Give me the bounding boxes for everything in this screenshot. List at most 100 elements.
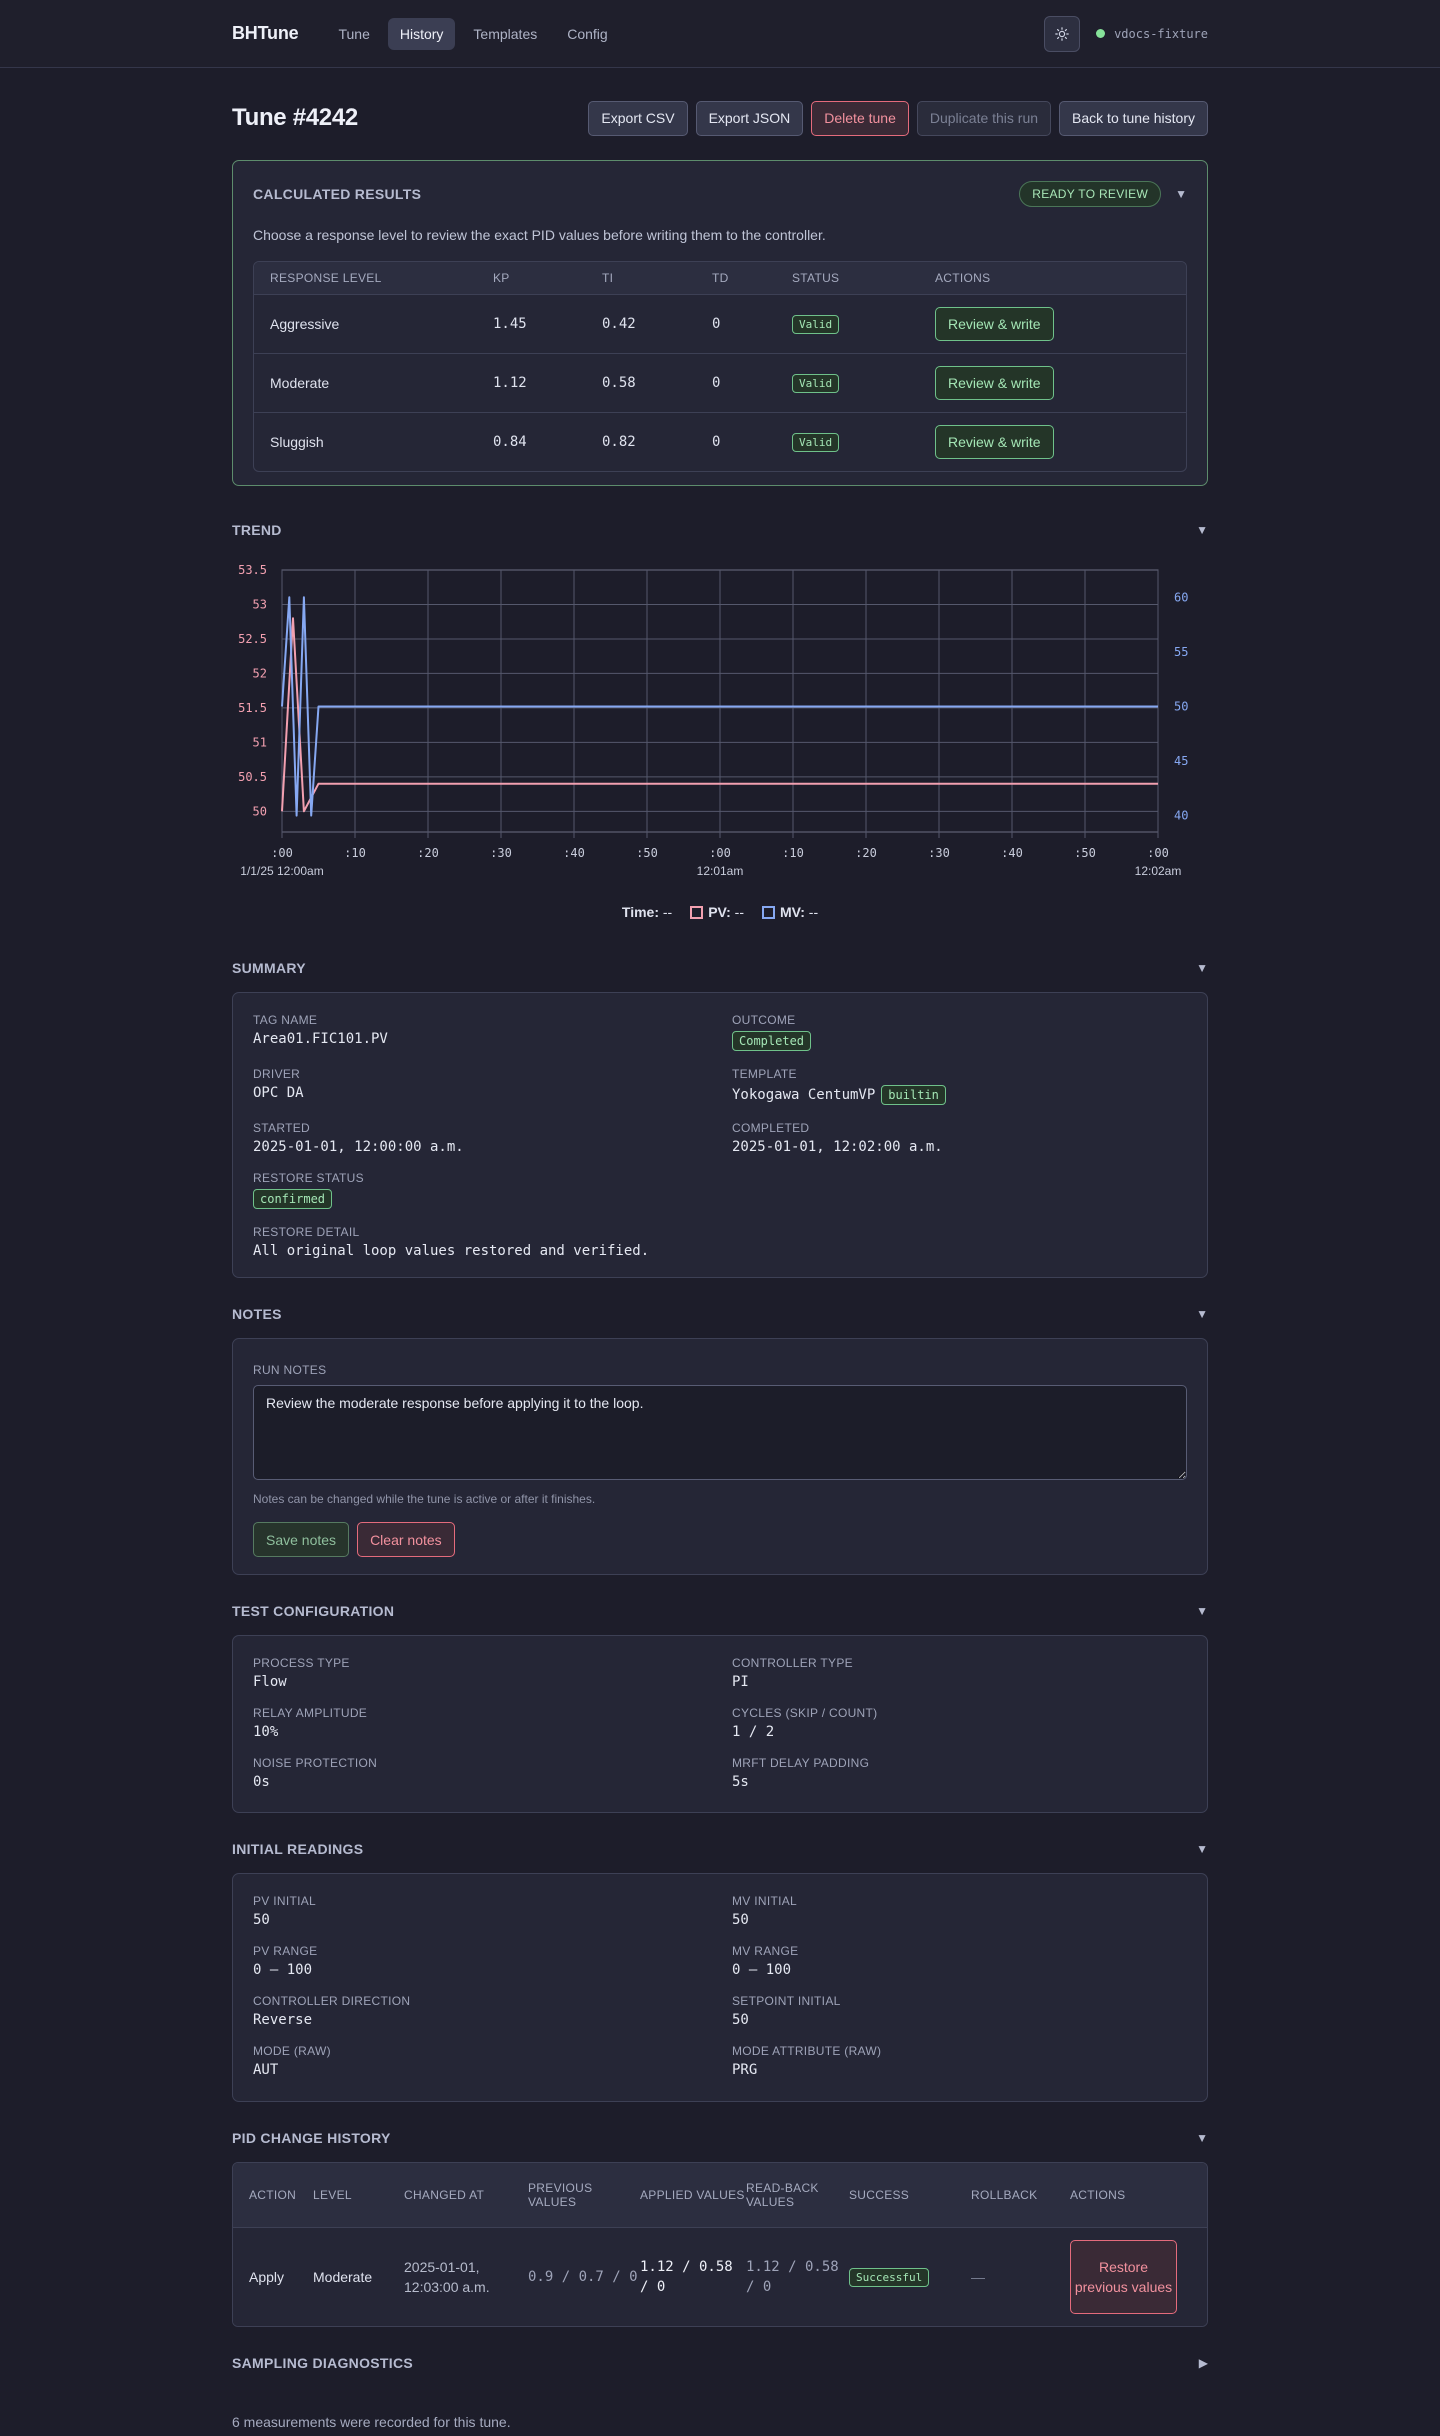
ready-to-review-badge: READY TO REVIEW bbox=[1019, 181, 1162, 207]
field-label: MV RANGE bbox=[732, 1944, 799, 1958]
save-notes-button[interactable]: Save notes bbox=[253, 1522, 350, 1557]
col-level: LEVEL bbox=[313, 2188, 352, 2202]
field-label: SETPOINT INITIAL bbox=[732, 1994, 841, 2008]
test-config-section-header[interactable]: TEST CONFIGURATION ▼ bbox=[232, 1603, 1208, 1619]
y-left-tick-label: 51.5 bbox=[238, 701, 267, 715]
restore-previous-values-button[interactable]: Restore previous values bbox=[1070, 2240, 1177, 2314]
field-value: OPC DA bbox=[253, 1085, 304, 1101]
chevron-down-icon[interactable]: ▼ bbox=[1196, 1307, 1208, 1321]
chevron-right-icon[interactable]: ▶ bbox=[1199, 2356, 1208, 2370]
trend-chart: 50 50.5 51 51.5 52 52.5 53 53.5 40 45 50 55 60:00:10… bbox=[232, 544, 1208, 904]
field-label: PROCESS TYPE bbox=[253, 1656, 350, 1670]
legend-time-value: -- bbox=[662, 904, 673, 920]
col-kp: KP bbox=[493, 271, 510, 285]
brand-logo[interactable]: BHTune bbox=[232, 23, 299, 44]
field-process-type: PROCESS TYPE Flow bbox=[253, 1656, 732, 1690]
connection-status: vdocs-fixture bbox=[1096, 27, 1208, 41]
outcome-badge: Completed bbox=[732, 1031, 812, 1051]
calculated-results-panel: CALCULATED RESULTS READY TO REVIEW ▼ Cho… bbox=[232, 160, 1208, 486]
row-level: Moderate bbox=[270, 375, 330, 391]
nav-config[interactable]: Config bbox=[555, 18, 619, 50]
field-value: AUT bbox=[253, 2062, 279, 2078]
field-mv-range: MV RANGE 0 – 100 bbox=[732, 1944, 1187, 1978]
field-value: 5s bbox=[732, 1774, 749, 1790]
col-rollback: ROLLBACK bbox=[971, 2188, 1038, 2202]
field-setpoint-initial: SETPOINT INITIAL 50 bbox=[732, 1994, 1187, 2028]
x-tick-label: :40 bbox=[563, 846, 585, 860]
col-readback-values: READ-BACK VALUES bbox=[746, 2181, 819, 2209]
chevron-down-icon[interactable]: ▼ bbox=[1175, 187, 1187, 201]
y-left-tick-label: 53.5 bbox=[238, 563, 267, 577]
mv-legend-swatch-icon bbox=[762, 906, 775, 919]
field-value: Yokogawa CentumVP bbox=[732, 1087, 876, 1103]
field-label: DRIVER bbox=[253, 1067, 301, 1081]
chevron-down-icon[interactable]: ▼ bbox=[1196, 1604, 1208, 1618]
y-left-tick-label: 52 bbox=[253, 666, 267, 680]
col-response-level: RESPONSE LEVEL bbox=[270, 271, 382, 285]
row-level: Aggressive bbox=[270, 316, 340, 332]
back-to-history-button[interactable]: Back to tune history bbox=[1059, 100, 1208, 136]
col-applied-values: APPLIED VALUES bbox=[640, 2188, 745, 2202]
results-title: CALCULATED RESULTS bbox=[253, 186, 422, 202]
field-label: STARTED bbox=[253, 1121, 310, 1135]
row-level: Sluggish bbox=[270, 434, 324, 450]
summary-section-header[interactable]: SUMMARY ▼ bbox=[232, 960, 1208, 976]
notes-section-header[interactable]: NOTES ▼ bbox=[232, 1306, 1208, 1322]
sun-icon bbox=[1055, 26, 1069, 41]
initial-readings-section-header[interactable]: INITIAL READINGS ▼ bbox=[232, 1841, 1208, 1857]
chevron-down-icon[interactable]: ▼ bbox=[1196, 523, 1208, 537]
table-row: Aggressive 1.45 0.42 0 Valid Review & wr… bbox=[254, 294, 1186, 353]
x-tick-label: :00 bbox=[271, 846, 293, 860]
legend-mv-label: MV: bbox=[780, 904, 805, 920]
table-row: Sluggish 0.84 0.82 0 Valid Review & writ… bbox=[254, 412, 1186, 471]
review-write-moderate-button[interactable]: Review & write bbox=[935, 366, 1054, 400]
delete-tune-button[interactable]: Delete tune bbox=[811, 100, 909, 136]
col-td: TD bbox=[712, 271, 729, 285]
field-label: MV INITIAL bbox=[732, 1894, 798, 1908]
x-tick-label: :50 bbox=[1074, 846, 1096, 860]
trend-section-header[interactable]: TREND ▼ bbox=[232, 522, 1208, 538]
field-label: TAG NAME bbox=[253, 1013, 318, 1027]
sampling-section-header[interactable]: SAMPLING DIAGNOSTICS ▶ bbox=[232, 2355, 1208, 2371]
duplicate-run-button[interactable]: Duplicate this run bbox=[916, 100, 1052, 136]
top-navigation-bar: BHTune Tune History Templates Config vdo… bbox=[0, 0, 1440, 68]
row-rollback: — bbox=[971, 2269, 985, 2285]
x-tick-label: :10 bbox=[344, 846, 366, 860]
field-value: 1 / 2 bbox=[732, 1724, 775, 1740]
field-pv-initial: PV INITIAL 50 bbox=[253, 1894, 732, 1928]
pid-history-section-header[interactable]: PID CHANGE HISTORY ▼ bbox=[232, 2130, 1208, 2146]
chart-legend: Time: -- PV: -- MV: -- bbox=[232, 904, 1208, 920]
chevron-down-icon[interactable]: ▼ bbox=[1196, 1842, 1208, 1856]
col-action: ACTION bbox=[249, 2188, 297, 2202]
row-changed-at: 2025-01-01, 12:03:00 a.m. bbox=[404, 2259, 490, 2295]
review-write-aggressive-button[interactable]: Review & write bbox=[935, 307, 1054, 341]
row-td: 0 bbox=[712, 434, 721, 450]
row-kp: 0.84 bbox=[493, 434, 527, 450]
nav-tune[interactable]: Tune bbox=[326, 18, 381, 50]
success-badge: Successful bbox=[849, 2267, 930, 2287]
x-tick-label: :00 bbox=[709, 846, 731, 860]
row-applied-values: 1.12 / 0.58 / 0 bbox=[640, 2259, 733, 2295]
field-mode-attribute-raw: MODE ATTRIBUTE (RAW) PRG bbox=[732, 2044, 1187, 2078]
table-header: RESPONSE LEVEL KP TI TD STATUS ACTIONS bbox=[254, 262, 1186, 294]
initial-readings-panel: PV INITIAL 50 MV INITIAL 50 PV RANGE 0 – 10… bbox=[232, 1873, 1208, 2102]
field-label: NOISE PROTECTION bbox=[253, 1756, 378, 1770]
nav-history[interactable]: History bbox=[387, 17, 456, 50]
clear-notes-button[interactable]: Clear notes bbox=[357, 1522, 455, 1557]
notes-help-text: Notes can be changed while the tune is a… bbox=[253, 1492, 596, 1506]
chevron-down-icon[interactable]: ▼ bbox=[1196, 2131, 1208, 2145]
review-write-sluggish-button[interactable]: Review & write bbox=[935, 425, 1054, 459]
export-json-button[interactable]: Export JSON bbox=[695, 100, 804, 136]
y-left-tick-label: 52.5 bbox=[238, 632, 267, 646]
field-label: PV RANGE bbox=[253, 1944, 318, 1958]
nav-templates[interactable]: Templates bbox=[461, 18, 549, 50]
run-notes-textarea[interactable] bbox=[253, 1385, 1187, 1480]
chevron-down-icon[interactable]: ▼ bbox=[1196, 961, 1208, 975]
row-kp: 1.12 bbox=[493, 375, 527, 391]
y-right-tick-label: 60 bbox=[1174, 590, 1188, 604]
theme-toggle-button[interactable] bbox=[1044, 15, 1081, 52]
col-success: SUCCESS bbox=[849, 2188, 910, 2202]
legend-pv-label: PV: bbox=[708, 904, 731, 920]
field-started: STARTED 2025-01-01, 12:00:00 a.m. bbox=[253, 1121, 732, 1155]
export-csv-button[interactable]: Export CSV bbox=[588, 100, 688, 136]
